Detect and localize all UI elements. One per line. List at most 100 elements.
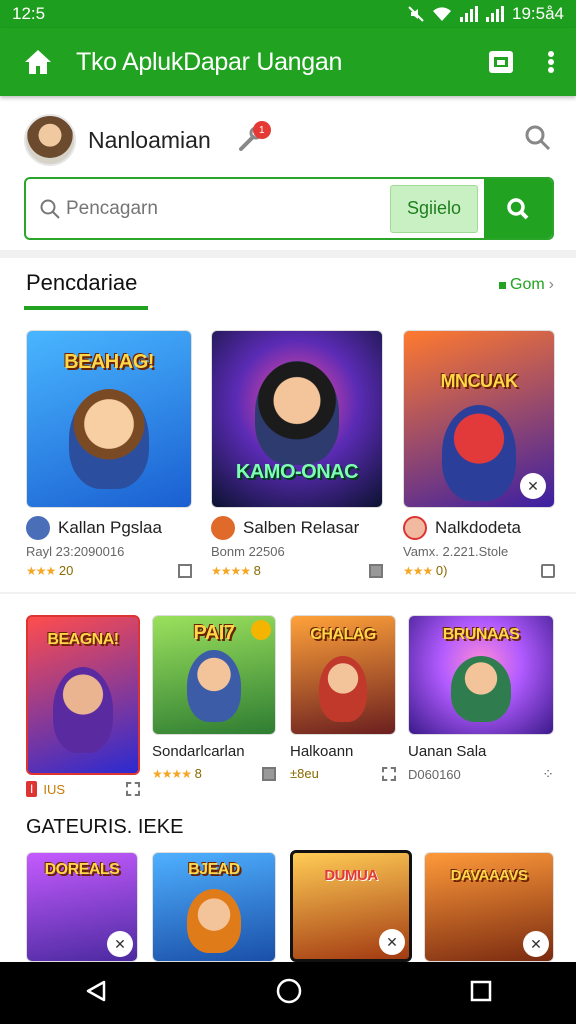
character-art <box>442 405 516 501</box>
thumbnail-title: CHALAG <box>310 626 376 643</box>
game-name: Salben Relasar <box>243 518 360 537</box>
game-card[interactable]: KAMO-ONAC Salben Relasar Bonm 22506 ★★★★… <box>211 330 383 578</box>
expand-icon[interactable] <box>126 782 140 796</box>
rating-value: 8 <box>194 766 202 781</box>
tools-icon[interactable]: ✕ <box>379 929 405 955</box>
game-thumbnail: DOREALS ✕ <box>26 852 138 962</box>
shield-icon[interactable] <box>541 563 555 578</box>
game-name: Kallan Pgslaa <box>58 518 162 537</box>
thumbnail-title: BJEAD <box>188 861 240 878</box>
bookmark-icon[interactable] <box>262 766 276 781</box>
status-icons: 19:5å4 <box>408 4 564 24</box>
avatar[interactable] <box>24 114 76 166</box>
game-thumbnail: KAMO-ONAC <box>211 330 383 508</box>
window-button[interactable] <box>476 50 526 74</box>
recents-button[interactable] <box>470 980 492 1007</box>
game-thumbnail: DAVAAAVS ✕ <box>424 852 554 962</box>
character-art <box>451 656 511 722</box>
thumbnail-title: DOREALS <box>44 861 120 878</box>
developer-icon <box>26 516 50 540</box>
expand-icon[interactable] <box>382 766 396 781</box>
home-button[interactable] <box>0 48 76 76</box>
thumbnail-title: BRUNAAS <box>442 626 520 643</box>
game-thumbnail: PAI7 <box>152 615 276 735</box>
game-card[interactable]: DUMUA ✕ <box>290 850 412 962</box>
chevron-right-icon: › <box>548 276 554 293</box>
developer-icon <box>403 516 427 540</box>
thumbnail-title: KAMO-ONAC <box>235 461 359 483</box>
bookmark-icon[interactable] <box>369 563 383 578</box>
game-card[interactable]: DOREALS ✕ <box>26 852 138 962</box>
signal-icon-2 <box>486 6 504 22</box>
developer-icon <box>211 516 235 540</box>
game-card[interactable]: BJEAD <box>152 852 276 962</box>
game-card[interactable]: BEAHAG! Kallan Pgslaa Rayl 23:2090016 ★★… <box>26 330 192 578</box>
profile-search-button[interactable] <box>524 124 552 157</box>
status-time-left: 12:5 <box>12 4 46 23</box>
notification-badge: 1 <box>252 121 271 139</box>
game-meta: ±8eu <box>290 766 319 781</box>
rating: ★★★ 20 <box>26 563 73 578</box>
see-more-link[interactable]: Gom › <box>499 276 554 294</box>
divider <box>0 250 576 258</box>
app-badge-icon: I <box>26 781 38 797</box>
dots-grid-icon[interactable]: ⁘ <box>542 766 554 783</box>
character-art <box>187 889 241 953</box>
character-art <box>319 656 367 722</box>
grid-icon[interactable] <box>178 563 192 578</box>
app-title: Tko AplukDapar Uangan <box>76 47 343 76</box>
game-thumbnail: BRUNAAS <box>408 615 554 735</box>
game-name: Sondarlcarlan <box>152 743 245 760</box>
search-input[interactable] <box>66 197 390 220</box>
card-footer: ★★★★ 8 <box>152 766 276 781</box>
game-name: Uanan Sala <box>408 743 487 760</box>
game-name: Halkoann <box>290 743 354 760</box>
bullet-icon <box>499 281 506 289</box>
search-bar: Sgiielo <box>24 177 554 240</box>
overflow-menu-button[interactable] <box>526 50 576 74</box>
rating: ★★★ 0) <box>403 563 447 578</box>
stars-icon: ★★★★ <box>211 564 251 578</box>
card-footer: ±8eu <box>290 766 396 781</box>
thumbnail-title: DUMUA <box>324 867 378 884</box>
home-nav-button[interactable] <box>276 978 302 1009</box>
stars-icon: ★★★ <box>26 564 56 578</box>
game-card[interactable]: BRUNAAS Uanan Sala D060160 ⁘ <box>408 615 554 783</box>
profile-name: Nanloamian <box>88 126 211 153</box>
window-icon <box>489 51 513 73</box>
search-go-button[interactable] <box>484 179 552 238</box>
tools-icon[interactable]: ✕ <box>523 931 549 957</box>
game-card[interactable]: PAI7 Sondarlcarlan ★★★★ 8 <box>152 615 276 781</box>
section-title: Pencdariae <box>26 270 138 295</box>
game-card[interactable]: DAVAAAVS ✕ <box>424 852 554 962</box>
rating-value: 0) <box>435 563 448 578</box>
tool-button[interactable]: 1 <box>235 121 271 157</box>
game-thumbnail: CHALAG <box>290 615 396 735</box>
thumbnail-title: BEAGNA! <box>47 631 119 648</box>
see-more-label: Gom <box>510 276 545 293</box>
game-thumbnail: DUMUA ✕ <box>290 850 412 962</box>
section-title: GATEURIS. IEKE <box>26 816 184 838</box>
search-submit-button[interactable]: Sgiielo <box>390 184 478 233</box>
game-meta: Bonm 22506 <box>211 544 285 559</box>
tools-icon[interactable]: ✕ <box>520 473 546 499</box>
system-nav-bar <box>0 962 576 1024</box>
status-bar: 12:5 19:5å4 <box>0 0 576 28</box>
meta-group: I IUS <box>26 781 65 797</box>
search-icon <box>525 125 551 150</box>
game-card[interactable]: MNCUAK ✕ Nalkdodeta Vamx. 2.221.Stole ★★… <box>403 330 555 578</box>
wifi-icon <box>433 7 451 21</box>
game-meta: D060160 <box>408 767 461 782</box>
tools-icon[interactable]: ✕ <box>107 931 133 957</box>
section-underline <box>24 306 148 310</box>
game-meta: IUS <box>43 781 66 797</box>
character-art <box>187 650 241 722</box>
card-footer: ★★★ 20 <box>26 563 192 578</box>
stars-icon: ★★★★ <box>152 767 192 781</box>
back-button[interactable] <box>84 979 108 1008</box>
game-card[interactable]: CHALAG Halkoann ±8eu <box>290 615 396 781</box>
game-card[interactable]: BEAGNA! I IUS <box>26 615 140 797</box>
game-thumbnail: MNCUAK ✕ <box>403 330 555 508</box>
search-field-icon <box>26 198 66 220</box>
game-meta: Rayl 23:2090016 <box>26 544 125 559</box>
